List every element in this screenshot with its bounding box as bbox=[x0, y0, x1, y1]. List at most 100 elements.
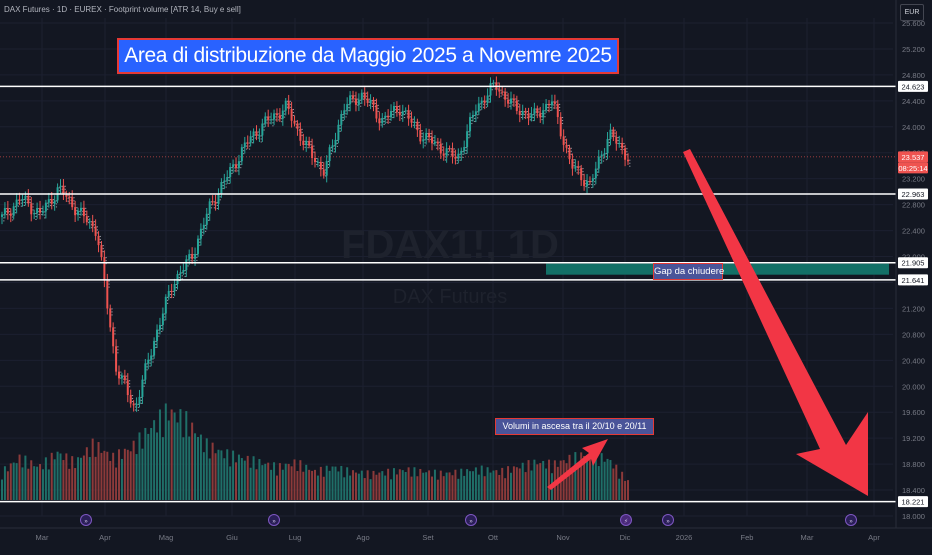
annotation-gap[interactable]: Gap da chiudere bbox=[653, 263, 724, 280]
candle-body bbox=[542, 110, 545, 118]
volume-bar bbox=[50, 452, 53, 500]
footprint-mark bbox=[3, 217, 5, 219]
footprint-mark bbox=[433, 140, 435, 142]
candle-body bbox=[366, 98, 369, 103]
volume-bar bbox=[431, 476, 434, 500]
candle-body bbox=[135, 403, 138, 406]
footprint-mark bbox=[131, 398, 134, 400]
candle-body bbox=[314, 158, 316, 163]
footprint-mark bbox=[272, 119, 274, 121]
price-axis[interactable]: 25.60025.20024.80024.40024.00023.60023.2… bbox=[895, 0, 928, 528]
footprint-mark bbox=[591, 184, 593, 186]
footprint-mark bbox=[23, 201, 25, 203]
footprint-mark bbox=[73, 197, 75, 199]
y-tick-label: 20.000 bbox=[902, 382, 925, 391]
footprint-mark bbox=[260, 135, 262, 137]
volume-bar bbox=[129, 451, 132, 500]
footprint-mark bbox=[330, 153, 333, 155]
candle-body bbox=[483, 100, 486, 103]
candle-body bbox=[126, 380, 129, 396]
footprint-mark bbox=[272, 122, 274, 124]
currency-button[interactable]: EUR bbox=[900, 4, 924, 21]
candle-body bbox=[194, 253, 197, 259]
candle-body bbox=[47, 199, 50, 203]
y-tick-label: 22.400 bbox=[902, 227, 925, 236]
volume-bar bbox=[103, 450, 106, 500]
footprint-mark bbox=[55, 200, 58, 202]
volume-bar bbox=[232, 450, 235, 500]
symbol-header[interactable]: DAX Futures · 1D · EUREX · Footprint vol… bbox=[4, 5, 241, 14]
candle-body bbox=[474, 111, 477, 115]
footprint-mark bbox=[181, 275, 183, 277]
candle-body bbox=[562, 136, 565, 145]
footprint-mark bbox=[114, 333, 116, 335]
footprint-mark bbox=[377, 104, 379, 106]
footprint-mark bbox=[301, 134, 303, 136]
volume-bar bbox=[357, 473, 360, 500]
footprint-mark bbox=[579, 166, 581, 168]
footprint-mark bbox=[269, 116, 271, 118]
footprint-mark bbox=[310, 141, 312, 143]
volume-bar bbox=[422, 472, 425, 500]
candle-body bbox=[436, 141, 439, 144]
volume-bar bbox=[290, 466, 293, 500]
footprint-mark bbox=[161, 324, 163, 326]
chart-area[interactable]: FDAX1!, 1D DAX Futures »»» ⚡»» 25.600 25.2… bbox=[0, 0, 932, 550]
volume-bar bbox=[483, 476, 486, 500]
candle-body bbox=[226, 177, 229, 181]
footprint-mark bbox=[409, 110, 412, 112]
footprint-mark bbox=[424, 142, 426, 144]
footprint-mark bbox=[251, 136, 254, 138]
candle-body bbox=[539, 113, 542, 118]
footprint-mark bbox=[456, 159, 458, 161]
footprint-mark bbox=[389, 118, 391, 120]
footprint-mark bbox=[295, 120, 297, 122]
footprint-mark bbox=[14, 209, 17, 211]
footprint-mark bbox=[310, 144, 312, 146]
volume-bar bbox=[120, 458, 123, 500]
chart-svg[interactable]: FDAX1!, 1D DAX Futures »»» ⚡»» 25.60025.2… bbox=[0, 0, 932, 550]
footprint-mark bbox=[289, 103, 292, 105]
footprint-mark bbox=[225, 186, 227, 188]
candle-body bbox=[480, 100, 483, 104]
footprint-mark bbox=[231, 173, 233, 175]
footprint-mark bbox=[275, 119, 277, 121]
footprint-mark bbox=[506, 94, 508, 96]
footprint-mark bbox=[439, 141, 441, 143]
footprint-mark bbox=[383, 121, 385, 123]
footprint-mark bbox=[597, 171, 599, 173]
candle-body bbox=[211, 201, 214, 203]
y-tick-label: 25.200 bbox=[902, 45, 925, 54]
candle-body bbox=[568, 147, 571, 160]
candle-body bbox=[311, 145, 314, 159]
volume-bar bbox=[624, 480, 627, 500]
footprint-mark bbox=[614, 135, 616, 137]
big-arrow bbox=[683, 149, 868, 496]
footprint-mark bbox=[518, 103, 520, 105]
volume-bar bbox=[115, 467, 118, 500]
volume-bar bbox=[208, 458, 211, 500]
footprint-mark bbox=[342, 114, 344, 116]
footprint-mark bbox=[257, 137, 259, 139]
annotation-title[interactable]: Area di distribuzione da Maggio 2025 a N… bbox=[117, 38, 619, 74]
footprint-mark bbox=[538, 111, 540, 113]
time-axis[interactable]: Mar Apr Mag Giu Lug Ago Set Ott Nov Dic 2026 Feb Mar… bbox=[0, 527, 932, 542]
candle-body bbox=[425, 133, 428, 140]
footprint-mark bbox=[169, 293, 172, 295]
volume-bar bbox=[524, 472, 527, 500]
candle-body bbox=[18, 199, 21, 201]
candle-body bbox=[205, 213, 208, 225]
price-label: 24.623 bbox=[902, 82, 925, 91]
volume-bar bbox=[498, 474, 501, 500]
footprint-mark bbox=[605, 153, 607, 155]
annotation-volume[interactable]: Volumi in ascesa tra il 20/10 e 20/11 bbox=[495, 418, 654, 435]
footprint-mark bbox=[228, 180, 230, 182]
candle-body bbox=[21, 198, 24, 201]
footprint-mark bbox=[453, 148, 455, 150]
footprint-mark bbox=[111, 314, 113, 316]
candle-body bbox=[395, 106, 398, 113]
footprint-mark bbox=[219, 199, 221, 201]
footprint-mark bbox=[409, 113, 412, 115]
footprint-mark bbox=[433, 137, 435, 139]
footprint-mark bbox=[623, 142, 625, 144]
